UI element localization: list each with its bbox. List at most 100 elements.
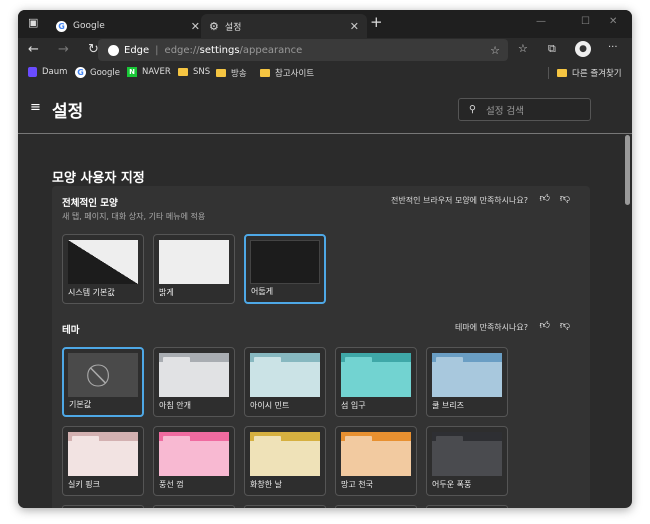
theme-preview bbox=[159, 353, 229, 397]
bookmark-naver[interactable]: N NAVER bbox=[127, 67, 171, 77]
option-label: 쿨 브리즈 bbox=[432, 401, 464, 410]
theme-option[interactable]: 아이시 민트 bbox=[244, 347, 326, 417]
page-title: 설정 bbox=[52, 102, 84, 122]
theme-preview bbox=[432, 432, 502, 476]
maximize-button[interactable]: ☐ bbox=[581, 16, 590, 27]
theme-option[interactable] bbox=[244, 505, 326, 508]
theme-preview bbox=[341, 432, 411, 476]
theme-option[interactable] bbox=[62, 505, 144, 508]
option-label: 섬 입구 bbox=[341, 401, 366, 410]
add-favorite-icon[interactable]: ☆ bbox=[490, 44, 500, 57]
forward-icon[interactable]: → bbox=[58, 42, 69, 57]
option-label: 기본값 bbox=[69, 400, 92, 409]
theme-preview bbox=[341, 353, 411, 397]
minimize-button[interactable]: — bbox=[536, 16, 546, 27]
preview-light bbox=[159, 240, 229, 284]
theme-title: 테마 bbox=[62, 325, 80, 336]
tab-google[interactable]: G Google ✕ bbox=[48, 14, 208, 38]
favorites-icon[interactable]: ☆ bbox=[518, 42, 528, 55]
folder-icon bbox=[557, 69, 567, 77]
preview-dark bbox=[250, 240, 320, 284]
back-icon[interactable]: ← bbox=[28, 42, 39, 57]
browser-window: ▣ G Google ✕ ⚙ 설정 ✕ + — ☐ ✕ ← → ↻ Edge |… bbox=[18, 10, 632, 508]
option-label: 아이시 민트 bbox=[250, 401, 290, 410]
theme-option[interactable]: 화창한 날 bbox=[244, 426, 326, 496]
bookmarks-bar: Daum G Google N NAVER SNS 방송 참고사이트 다른 즐겨찾기 bbox=[18, 62, 632, 85]
gear-icon: ⚙ bbox=[209, 19, 219, 33]
bookmark-label: Daum bbox=[42, 67, 68, 77]
tab-label: 설정 bbox=[224, 22, 242, 33]
separator: | bbox=[155, 44, 159, 56]
theme-option[interactable]: ⃠ 기본값 bbox=[62, 347, 144, 417]
tab-settings[interactable]: ⚙ 설정 ✕ bbox=[201, 14, 367, 38]
theme-option[interactable]: 풍선 껌 bbox=[153, 426, 235, 496]
option-label: 실키 핑크 bbox=[68, 480, 100, 489]
bookmark-other[interactable]: 다른 즐겨찾기 bbox=[548, 67, 622, 79]
theme-option[interactable] bbox=[153, 505, 235, 508]
address-brand: Edge bbox=[124, 44, 150, 56]
theme-option[interactable]: 망고 천국 bbox=[335, 426, 417, 496]
appearance-option-light[interactable]: 밝게 bbox=[153, 234, 235, 304]
scrollbar[interactable] bbox=[625, 135, 630, 205]
bookmark-sns[interactable]: SNS bbox=[178, 67, 210, 77]
section-title: 모양 사용자 지정 bbox=[52, 171, 145, 186]
bookmark-label: 참고사이트 bbox=[275, 69, 315, 79]
thumbs-down-icon[interactable]: 👎︎ bbox=[560, 192, 570, 204]
appearance-option-dark[interactable]: 어둡게 bbox=[244, 234, 326, 304]
theme-preview bbox=[432, 353, 502, 397]
bookmark-label: 다른 즐겨찾기 bbox=[572, 69, 622, 79]
appearance-card: 전체적인 모양 새 탭, 페이지, 대화 상자, 기타 메뉴에 적용 전반적인 … bbox=[52, 186, 590, 508]
profile-avatar[interactable]: ● bbox=[575, 41, 591, 57]
theme-option[interactable] bbox=[426, 505, 508, 508]
tab-actions-icon[interactable]: ▣ bbox=[28, 16, 38, 29]
folder-icon bbox=[178, 68, 188, 76]
collections-icon[interactable]: ⧉ bbox=[548, 42, 556, 56]
bookmark-google[interactable]: G Google bbox=[75, 67, 120, 78]
appearance-title: 전체적인 모양 bbox=[62, 198, 118, 209]
search-icon: ⚲ bbox=[469, 104, 476, 115]
option-label: 화창한 날 bbox=[250, 480, 282, 489]
folder-icon bbox=[216, 69, 226, 77]
toolbar: ← → ↻ Edge | edge://settings/appearance … bbox=[18, 38, 632, 62]
appearance-option-system[interactable]: 시스템 기본값 bbox=[62, 234, 144, 304]
theme-option[interactable]: 아침 안개 bbox=[153, 347, 235, 417]
option-label: 어두운 폭풍 bbox=[432, 480, 472, 489]
url-host: settings bbox=[199, 44, 240, 56]
bookmark-label: 방송 bbox=[231, 69, 247, 79]
folder-icon bbox=[260, 69, 270, 77]
thumbs-down-icon[interactable]: 👎︎ bbox=[560, 319, 570, 331]
search-input[interactable]: ⚲ 설정 검색 bbox=[458, 98, 591, 121]
bookmark-reference[interactable]: 참고사이트 bbox=[260, 67, 314, 79]
option-label: 아침 안개 bbox=[159, 401, 191, 410]
theme-preview bbox=[250, 432, 320, 476]
thumbs-up-icon[interactable]: 👍︎ bbox=[540, 192, 550, 204]
more-icon[interactable]: ··· bbox=[608, 42, 618, 53]
theme-preview bbox=[68, 432, 138, 476]
theme-option[interactable]: 섬 입구 bbox=[335, 347, 417, 417]
theme-feedback: 테마에 만족하시나요? bbox=[454, 323, 528, 332]
theme-option[interactable]: 어두운 폭풍 bbox=[426, 426, 508, 496]
edge-icon bbox=[108, 44, 119, 56]
theme-option[interactable] bbox=[335, 505, 417, 508]
option-label: 시스템 기본값 bbox=[68, 288, 115, 297]
close-icon[interactable]: ✕ bbox=[350, 20, 359, 33]
close-window-button[interactable]: ✕ bbox=[609, 16, 617, 27]
daum-icon bbox=[28, 67, 37, 77]
close-icon[interactable]: ✕ bbox=[191, 20, 200, 33]
search-placeholder: 설정 검색 bbox=[485, 105, 524, 117]
bookmark-daum[interactable]: Daum bbox=[28, 67, 67, 77]
google-icon: G bbox=[75, 67, 86, 78]
menu-icon[interactable]: ≡ bbox=[30, 100, 41, 115]
address-bar[interactable]: Edge | edge://settings/appearance ☆ bbox=[98, 39, 508, 61]
google-icon: G bbox=[56, 20, 67, 32]
theme-option[interactable]: 쿨 브리즈 bbox=[426, 347, 508, 417]
bookmark-broadcast[interactable]: 방송 bbox=[216, 67, 247, 79]
theme-option[interactable]: 실키 핑크 bbox=[62, 426, 144, 496]
option-label: 풍선 껌 bbox=[159, 480, 184, 489]
new-tab-button[interactable]: + bbox=[370, 13, 383, 31]
thumbs-up-icon[interactable]: 👍︎ bbox=[540, 319, 550, 331]
bookmark-label: SNS bbox=[193, 67, 211, 77]
appearance-subtitle: 새 탭, 페이지, 대화 상자, 기타 메뉴에 적용 bbox=[62, 212, 206, 221]
theme-preview bbox=[250, 353, 320, 397]
url-path: /appearance bbox=[239, 44, 303, 56]
